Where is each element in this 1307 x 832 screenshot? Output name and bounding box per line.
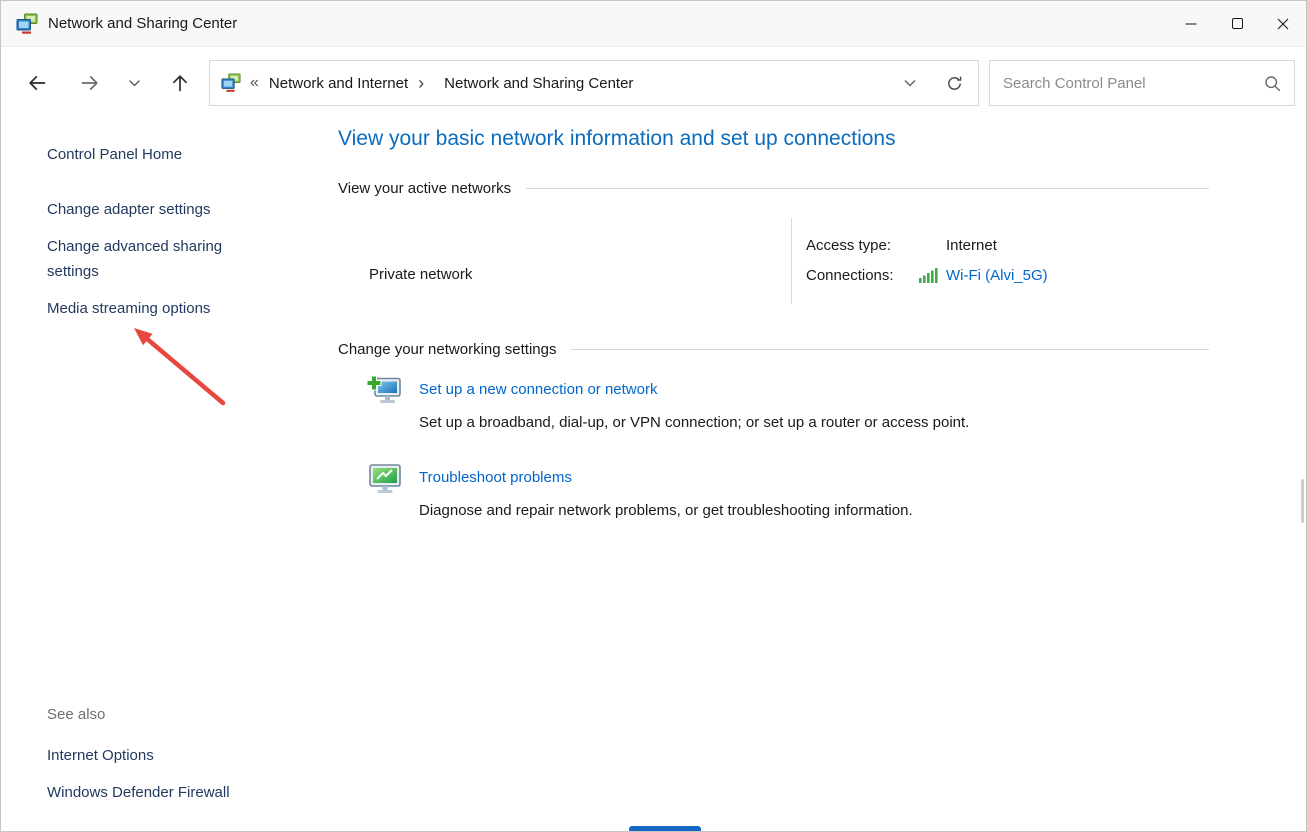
title-bar: Network and Sharing Center xyxy=(1,1,1306,47)
minimize-button[interactable] xyxy=(1168,1,1214,46)
section-rule xyxy=(571,349,1209,350)
wifi-connection-link[interactable]: Wi-Fi (Alvi_5G) xyxy=(946,267,1048,284)
maximize-icon xyxy=(1232,18,1243,29)
wifi-signal-icon xyxy=(919,268,938,283)
sidebar-item-change-advanced-sharing-settings[interactable]: Change advanced sharing settings xyxy=(47,234,259,284)
network-sharing-center-window: { "window": { "title": "Network and Shar… xyxy=(0,0,1307,832)
access-type-row: Access type: Internet xyxy=(806,230,1048,260)
network-name: Private network xyxy=(369,266,472,283)
window-title: Network and Sharing Center xyxy=(48,15,237,32)
network-info: Access type: Internet Connections: Wi-Fi… xyxy=(806,230,1048,290)
active-networks-title: View your active networks xyxy=(338,180,511,197)
breadcrumb-item-network-and-internet[interactable]: Network and Internet xyxy=(269,75,408,92)
search-input[interactable] xyxy=(1003,75,1264,92)
networking-settings-section-header: Change your networking settings xyxy=(338,341,1209,358)
setup-new-connection-description: Set up a broadband, dial-up, or VPN conn… xyxy=(419,414,969,431)
access-type-label: Access type: xyxy=(806,237,946,254)
breadcrumb-overflow-chevron[interactable]: « xyxy=(250,74,259,92)
breadcrumb-item-network-and-sharing-center[interactable]: Network and Sharing Center xyxy=(444,75,633,92)
minimize-icon xyxy=(1185,18,1197,30)
networking-settings-title: Change your networking settings xyxy=(338,341,556,358)
refresh-icon[interactable] xyxy=(946,75,963,92)
sidebar-item-windows-defender-firewall[interactable]: Windows Defender Firewall xyxy=(47,780,230,805)
annotation-arrow xyxy=(119,316,234,416)
active-networks-section-header: View your active networks xyxy=(338,180,1209,197)
network-info-divider xyxy=(791,218,792,304)
back-button[interactable] xyxy=(27,73,47,93)
search-box xyxy=(989,60,1295,106)
address-dropdown-icon[interactable] xyxy=(904,79,916,87)
access-type-value: Internet xyxy=(946,237,997,254)
app-icon xyxy=(16,13,38,35)
breadcrumb-separator-icon[interactable]: › xyxy=(418,74,424,92)
new-connection-icon xyxy=(366,375,402,408)
page-title: View your basic network information and … xyxy=(338,127,896,151)
setup-new-connection-link[interactable]: Set up a new connection or network xyxy=(419,381,657,398)
window-controls xyxy=(1168,1,1306,46)
troubleshoot-problems-description: Diagnose and repair network problems, or… xyxy=(419,502,913,519)
sidebar-item-internet-options[interactable]: Internet Options xyxy=(47,743,154,768)
maximize-button[interactable] xyxy=(1214,1,1260,46)
taskbar-peek xyxy=(629,826,701,831)
navigation-toolbar: « Network and Internet › Network and Sha… xyxy=(1,48,1306,112)
connections-row: Connections: Wi-Fi (Alvi_5G) xyxy=(806,260,1048,290)
troubleshoot-problems-link[interactable]: Troubleshoot problems xyxy=(419,469,572,486)
see-also-header: See also xyxy=(47,706,105,723)
recent-pages-chevron-icon[interactable] xyxy=(129,80,140,87)
scrollbar-thumb[interactable] xyxy=(1301,479,1304,523)
section-rule xyxy=(526,188,1209,189)
search-icon[interactable] xyxy=(1264,75,1281,92)
troubleshoot-problems-icon xyxy=(368,463,402,496)
breadcrumb-location-icon[interactable] xyxy=(221,73,241,93)
close-button[interactable] xyxy=(1260,1,1306,46)
address-bar[interactable]: « Network and Internet › Network and Sha… xyxy=(209,60,979,106)
sidebar-item-change-adapter-settings[interactable]: Change adapter settings xyxy=(47,197,210,222)
forward-button[interactable] xyxy=(80,73,100,93)
up-button[interactable] xyxy=(170,73,190,93)
sidebar-item-control-panel-home[interactable]: Control Panel Home xyxy=(47,142,182,167)
close-icon xyxy=(1277,18,1289,30)
